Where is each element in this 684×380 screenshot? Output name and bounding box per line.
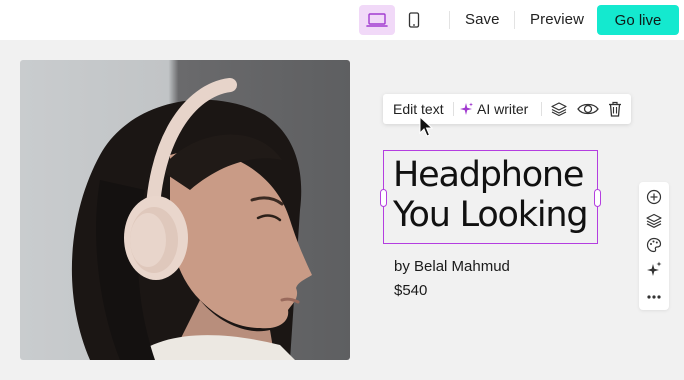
side-toolbar <box>639 182 669 310</box>
go-live-button[interactable]: Go live <box>597 5 679 35</box>
layers-icon[interactable] <box>551 101 567 117</box>
divider <box>453 102 454 116</box>
product-author[interactable]: by Belal Mahmud <box>394 258 510 275</box>
sparkle-icon[interactable] <box>646 261 662 277</box>
smartphone-icon <box>408 12 420 28</box>
product-title[interactable]: Headphone You Looking <box>393 155 589 235</box>
save-button[interactable]: Save <box>465 11 500 28</box>
eye-icon[interactable] <box>577 101 599 117</box>
ai-writer-button[interactable]: AI writer <box>459 94 528 124</box>
title-selection-box[interactable]: Headphone You Looking <box>380 150 601 244</box>
desktop-view-button[interactable] <box>359 5 395 35</box>
divider <box>449 11 450 29</box>
plus-circle-icon[interactable] <box>646 189 662 205</box>
more-icon[interactable] <box>646 289 662 305</box>
trash-icon[interactable] <box>607 101 623 117</box>
palette-icon[interactable] <box>646 237 662 253</box>
resize-handle-right[interactable] <box>594 189 601 207</box>
mobile-view-button[interactable] <box>396 5 432 35</box>
sparkle-icon <box>460 102 473 115</box>
divider <box>514 11 515 29</box>
headphone-model-photo <box>71 78 312 360</box>
resize-handle-left[interactable] <box>380 189 387 207</box>
laptop-icon <box>366 13 388 27</box>
ai-writer-label: AI writer <box>477 101 529 117</box>
product-image[interactable] <box>20 60 350 360</box>
top-bar: Save Preview Go live <box>0 0 684 40</box>
preview-button[interactable]: Preview <box>530 11 584 28</box>
mouse-cursor-icon <box>419 116 434 137</box>
product-price[interactable]: $540 <box>394 282 427 299</box>
layers-icon[interactable] <box>646 213 662 229</box>
divider <box>541 102 542 116</box>
